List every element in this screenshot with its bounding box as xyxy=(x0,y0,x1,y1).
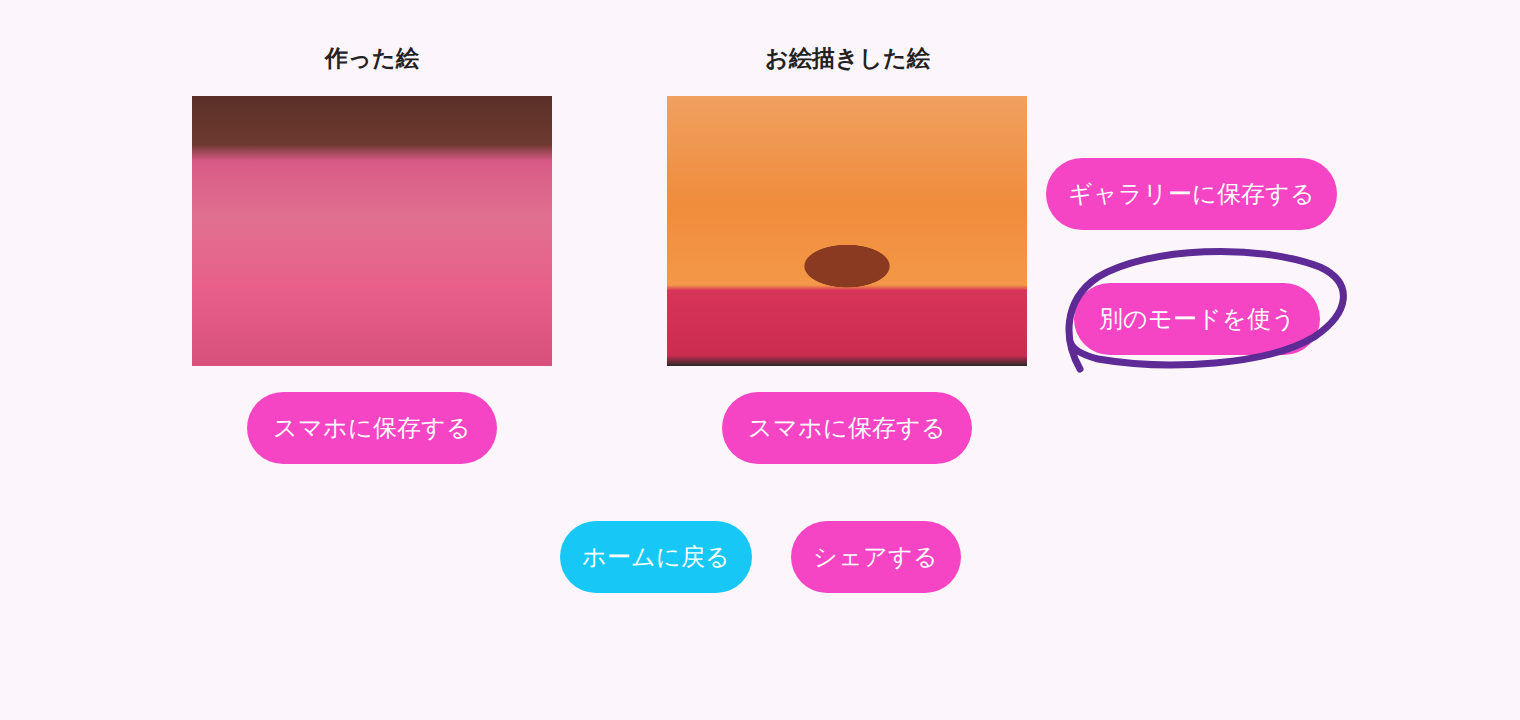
bottom-action-button[interactable]: ホームに戻る xyxy=(560,521,752,593)
picture-photo xyxy=(667,96,1027,366)
content-row: 作った絵スマホに保存するお絵描きした絵スマホに保存するギャラリーに保存する別のモ… xyxy=(0,40,1520,464)
save-to-phone-button[interactable]: スマホに保存する xyxy=(247,392,497,464)
side-action-button[interactable]: ギャラリーに保存する xyxy=(1046,158,1337,230)
save-to-phone-button[interactable]: スマホに保存する xyxy=(722,392,972,464)
picture-photo xyxy=(192,96,552,366)
bottom-action-button[interactable]: シェアする xyxy=(791,521,961,593)
panel-title: お絵描きした絵 xyxy=(765,40,930,76)
panel-title: 作った絵 xyxy=(325,40,419,76)
side-action-button[interactable]: 別のモードを使う xyxy=(1074,283,1320,355)
hand-drawn-circle-icon xyxy=(1058,241,1350,377)
result-screen: 作った絵スマホに保存するお絵描きした絵スマホに保存するギャラリーに保存する別のモ… xyxy=(0,0,1520,720)
side-action: 別のモードを使う xyxy=(1074,283,1320,355)
side-action: ギャラリーに保存する xyxy=(1046,158,1337,230)
picture-panel: お絵描きした絵スマホに保存する xyxy=(667,40,1027,464)
side-actions: ギャラリーに保存する別のモードを使う xyxy=(1046,40,1337,355)
picture-panel: 作った絵スマホに保存する xyxy=(192,40,552,464)
bottom-actions: ホームに戻るシェアする xyxy=(0,521,1520,593)
